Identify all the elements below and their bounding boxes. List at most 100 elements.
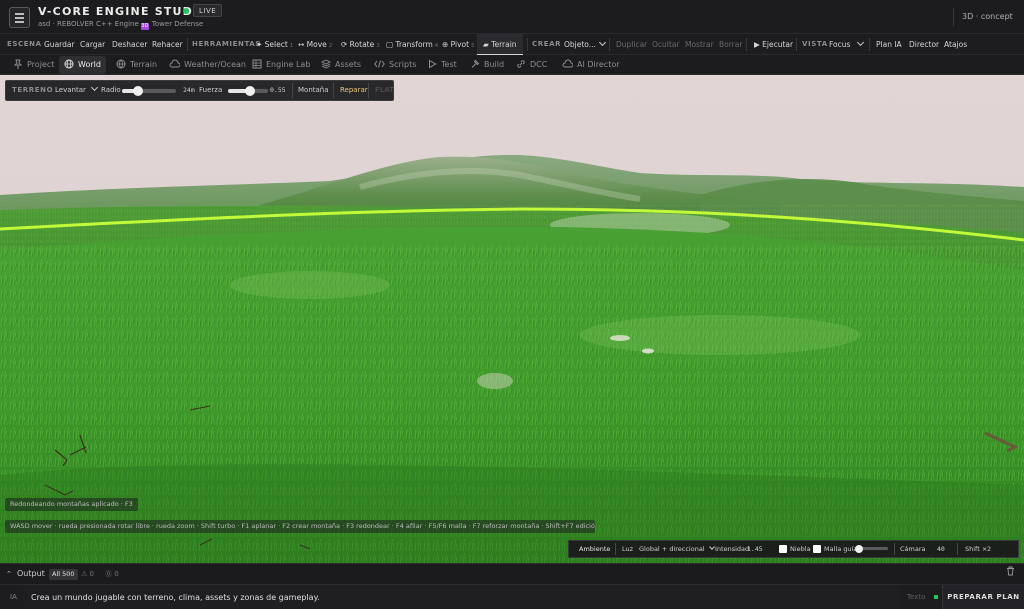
- terrain-scene[interactable]: [0, 75, 1024, 563]
- prompt-input[interactable]: Crea un mundo jugable con terreno, clima…: [23, 585, 901, 609]
- tab-ai-director[interactable]: AI Director: [557, 56, 625, 74]
- pivot-icon: ⊕: [442, 40, 451, 49]
- move-label: Move: [306, 40, 327, 49]
- transform-label: Transform: [395, 40, 433, 49]
- toolbar-divider: [187, 38, 188, 51]
- chevron-down-icon: [708, 544, 715, 550]
- terrain-mode-dropdown[interactable]: Levantar: [55, 81, 98, 100]
- fuerza-slider-knob[interactable]: [245, 86, 255, 96]
- output-bar[interactable]: ⌃ Output All 500 ⚠ 0 ⓪ 0: [0, 563, 1024, 584]
- toolbar-divider: [609, 38, 610, 51]
- tab-assets[interactable]: Assets: [316, 56, 366, 74]
- radio-value: 24m: [183, 86, 195, 94]
- tab-terrain[interactable]: Terrain: [111, 56, 162, 74]
- guardar-button[interactable]: Guardar: [44, 34, 75, 55]
- ocultar-button[interactable]: Ocultar: [652, 34, 679, 55]
- rehacer-button[interactable]: Rehacer: [152, 34, 183, 55]
- duplicar-button[interactable]: Duplicar: [616, 34, 647, 55]
- select-label: Select: [264, 40, 288, 49]
- output-label[interactable]: Output: [17, 564, 45, 584]
- move-tool-button[interactable]: ↔ Move 2: [298, 34, 332, 55]
- tab-weather-ocean[interactable]: Weather/Ocean: [164, 56, 251, 74]
- panel-divider: [292, 83, 293, 98]
- tab-label: Assets: [335, 60, 362, 69]
- clear-output-trash-icon[interactable]: [1006, 564, 1015, 584]
- layers-icon: [320, 59, 332, 69]
- panel-divider: [615, 543, 616, 555]
- transform-shortcut: 4: [434, 43, 439, 49]
- rotate-label: Rotate: [349, 40, 375, 49]
- tab-test[interactable]: Test: [422, 56, 462, 74]
- transform-tool-button[interactable]: ▢ Transform 4: [386, 34, 438, 55]
- borrar-button[interactable]: Borrar: [719, 34, 742, 55]
- terrain-tool-button[interactable]: ▰ Terrain: [477, 34, 523, 55]
- section-vista: VISTA: [802, 40, 828, 48]
- intensidad-value[interactable]: 1.45: [747, 541, 763, 557]
- objeto-dropdown[interactable]: Objeto...: [564, 34, 606, 55]
- app-menu-icon[interactable]: [9, 7, 30, 28]
- camara-value[interactable]: 40: [937, 541, 945, 557]
- link-icon: [517, 60, 525, 68]
- mostrar-button[interactable]: Mostrar: [685, 34, 714, 55]
- error-filter[interactable]: ⓪ 0: [105, 564, 119, 584]
- pivot-shortcut: 5: [471, 43, 475, 49]
- luz-label: Luz: [622, 545, 634, 553]
- all-filter-badge[interactable]: All 500: [49, 569, 78, 580]
- luz-value: Global + direccional: [639, 545, 705, 553]
- ready-status-icon: [934, 595, 938, 599]
- shift-value[interactable]: 2: [987, 541, 991, 557]
- warning-filter[interactable]: ⚠ 0: [81, 564, 94, 584]
- error-count: 0: [114, 570, 119, 578]
- radio-slider-knob[interactable]: [133, 86, 144, 96]
- radio-label: Radio: [101, 86, 121, 94]
- plan-ia-button[interactable]: Plan IA: [876, 34, 902, 55]
- cargar-button[interactable]: Cargar: [80, 34, 105, 55]
- pivot-tool-button[interactable]: ⊕ Pivot 5: [442, 34, 475, 55]
- select-shortcut: 1: [289, 43, 294, 49]
- objeto-label: Objeto...: [564, 40, 596, 49]
- project-subtitle: asd · REBOLVER C++ Engine 3D Tower Defense: [38, 20, 203, 30]
- terrain-mode-label: Levantar: [55, 86, 86, 94]
- niebla-checkbox[interactable]: [779, 545, 787, 553]
- preparar-plan-button[interactable]: PREPARAR PLAN: [942, 585, 1024, 609]
- malla-guia-label: Malla guía: [824, 545, 858, 553]
- tab-label: Project: [27, 60, 55, 69]
- tab-scripts[interactable]: Scripts: [369, 56, 421, 74]
- view-mode-label[interactable]: 3D · concept: [962, 12, 1013, 21]
- tab-dcc[interactable]: DCC: [511, 56, 552, 74]
- panel-divider: [894, 543, 895, 555]
- fuerza-value: 0.55: [270, 86, 286, 94]
- radio-slider[interactable]: [122, 86, 176, 96]
- rotate-tool-button[interactable]: ⟳ Rotate 3: [341, 34, 380, 55]
- panel-divider: [368, 83, 369, 98]
- tab-project[interactable]: Project: [8, 56, 59, 74]
- tab-world[interactable]: World: [59, 56, 106, 74]
- tab-label: Weather/Ocean: [184, 60, 246, 69]
- tab-build[interactable]: Build: [465, 56, 509, 74]
- panel-divider: [957, 543, 958, 555]
- deshacer-button[interactable]: Deshacer: [112, 34, 147, 55]
- tab-engine-lab[interactable]: Engine Lab: [247, 56, 315, 74]
- atajos-button[interactable]: Atajos: [944, 34, 967, 55]
- camara-label: Cámara: [900, 545, 926, 553]
- prompt-text: Crea un mundo jugable con terreno, clima…: [31, 593, 320, 602]
- ejecutar-button[interactable]: ▶ Ejecutar: [754, 34, 793, 55]
- scene-viewport[interactable]: TERRENO Levantar Radio 24m Fuerza 0.55 M…: [0, 75, 1024, 563]
- select-tool-button[interactable]: ✦ Select 1: [256, 34, 293, 55]
- flat-button[interactable]: FLAT: [375, 81, 394, 100]
- ambiente-button[interactable]: Ambiente: [579, 541, 610, 557]
- fuerza-label: Fuerza: [199, 86, 223, 94]
- fuerza-slider[interactable]: [228, 86, 268, 96]
- collapse-chevron-icon[interactable]: ⌃: [6, 564, 12, 584]
- malla-guia-slider[interactable]: [855, 544, 888, 553]
- ai-prompt-bar: IA Crea un mundo jugable con terreno, cl…: [0, 584, 1024, 609]
- focus-dropdown[interactable]: Focus: [829, 34, 865, 55]
- montana-button[interactable]: Montaña: [298, 81, 329, 100]
- director-button[interactable]: Director: [909, 34, 939, 55]
- ejecutar-label: Ejecutar: [762, 40, 794, 49]
- malla-slider-knob[interactable]: [855, 544, 864, 553]
- cloud-icon: [169, 59, 181, 68]
- reparar-button[interactable]: Reparar: [340, 81, 368, 100]
- malla-guia-checkbox[interactable]: [813, 545, 821, 553]
- luz-dropdown[interactable]: Global + direccional: [639, 541, 715, 557]
